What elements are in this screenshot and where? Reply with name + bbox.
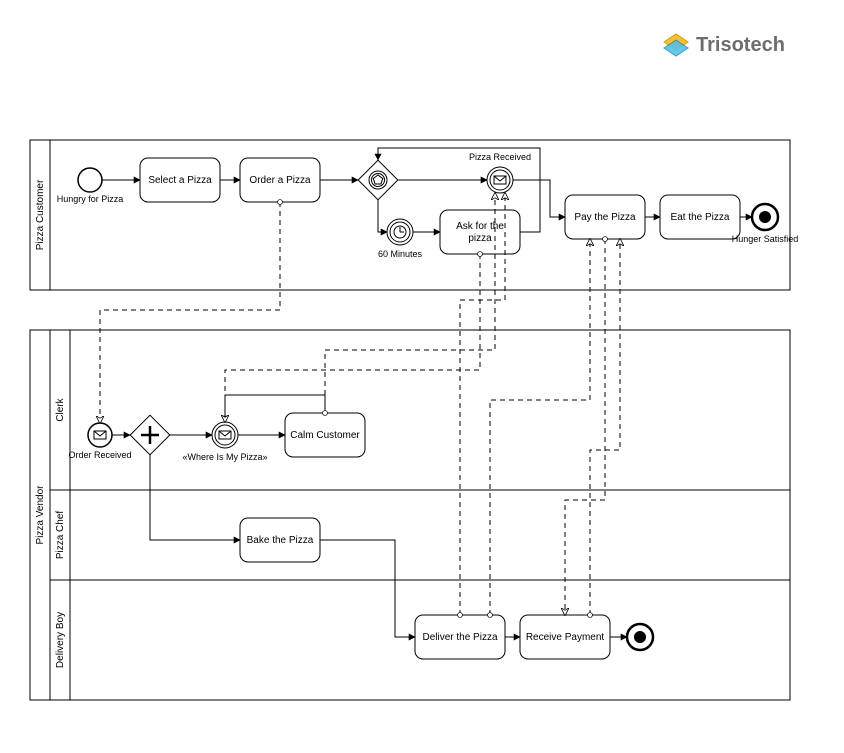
- task-calm-customer: Calm Customer: [285, 413, 365, 457]
- message-icon: [94, 431, 106, 439]
- message-icon: [494, 176, 506, 184]
- task-bake-pizza: Bake the Pizza: [240, 518, 320, 562]
- task-ask-pizza-label-2: pizza: [468, 233, 492, 244]
- start-event-hungry-label: Hungry for Pizza: [57, 194, 124, 204]
- task-select-pizza-label: Select a Pizza: [148, 175, 212, 186]
- brand-logo: Trisotech: [664, 34, 785, 56]
- task-eat-pizza: Eat the Pizza: [660, 195, 740, 239]
- task-receive-payment: Receive Payment: [520, 615, 610, 659]
- task-ask-pizza: Ask for the pizza Ask for the pizza: [440, 210, 520, 254]
- lane-clerk-label: Clerk: [55, 397, 66, 421]
- message-icon: [219, 431, 231, 439]
- intermediate-event-timer-label: 60 Minutes: [378, 249, 423, 259]
- task-pay-pizza: Pay the Pizza: [565, 195, 645, 239]
- task-select-pizza: Select a Pizza: [140, 158, 220, 202]
- bpmn-diagram: Trisotech Pizza Customer Hungry for Pizz…: [0, 0, 844, 753]
- task-ask-pizza-label-1: Ask for the: [456, 221, 504, 232]
- task-calm-customer-label: Calm Customer: [290, 430, 360, 441]
- logo-icon: [664, 34, 688, 56]
- end-event-hunger-satisfied-label: Hunger Satisfied: [732, 234, 799, 244]
- end-event-vendor: [627, 624, 653, 650]
- task-pay-pizza-label: Pay the Pizza: [574, 212, 636, 223]
- lane-chef-label: Pizza Chef: [55, 511, 66, 560]
- pool-vendor-label: Pizza Vendor: [35, 485, 46, 545]
- intermediate-event-pizza-received-label: Pizza Received: [469, 152, 531, 162]
- task-eat-pizza-label: Eat the Pizza: [671, 212, 730, 223]
- start-event-order-received-label: Order Received: [68, 450, 131, 460]
- brand-name: Trisotech: [696, 34, 785, 56]
- timer-icon: [394, 226, 406, 238]
- pool-vendor: Pizza Vendor Clerk Pizza Chef Delivery B…: [30, 330, 790, 700]
- task-order-pizza-label: Order a Pizza: [249, 175, 311, 186]
- intermediate-event-where-pizza-label: «Where Is My Pizza»: [182, 452, 267, 462]
- pool-customer-label: Pizza Customer: [35, 179, 46, 250]
- task-order-pizza: Order a Pizza: [240, 158, 320, 202]
- task-deliver-pizza: Deliver the Pizza: [415, 615, 505, 659]
- task-bake-pizza-label: Bake the Pizza: [247, 535, 314, 546]
- lane-delivery-label: Delivery Boy: [55, 612, 66, 668]
- task-receive-payment-label: Receive Payment: [526, 632, 605, 643]
- task-deliver-pizza-label: Deliver the Pizza: [422, 632, 497, 643]
